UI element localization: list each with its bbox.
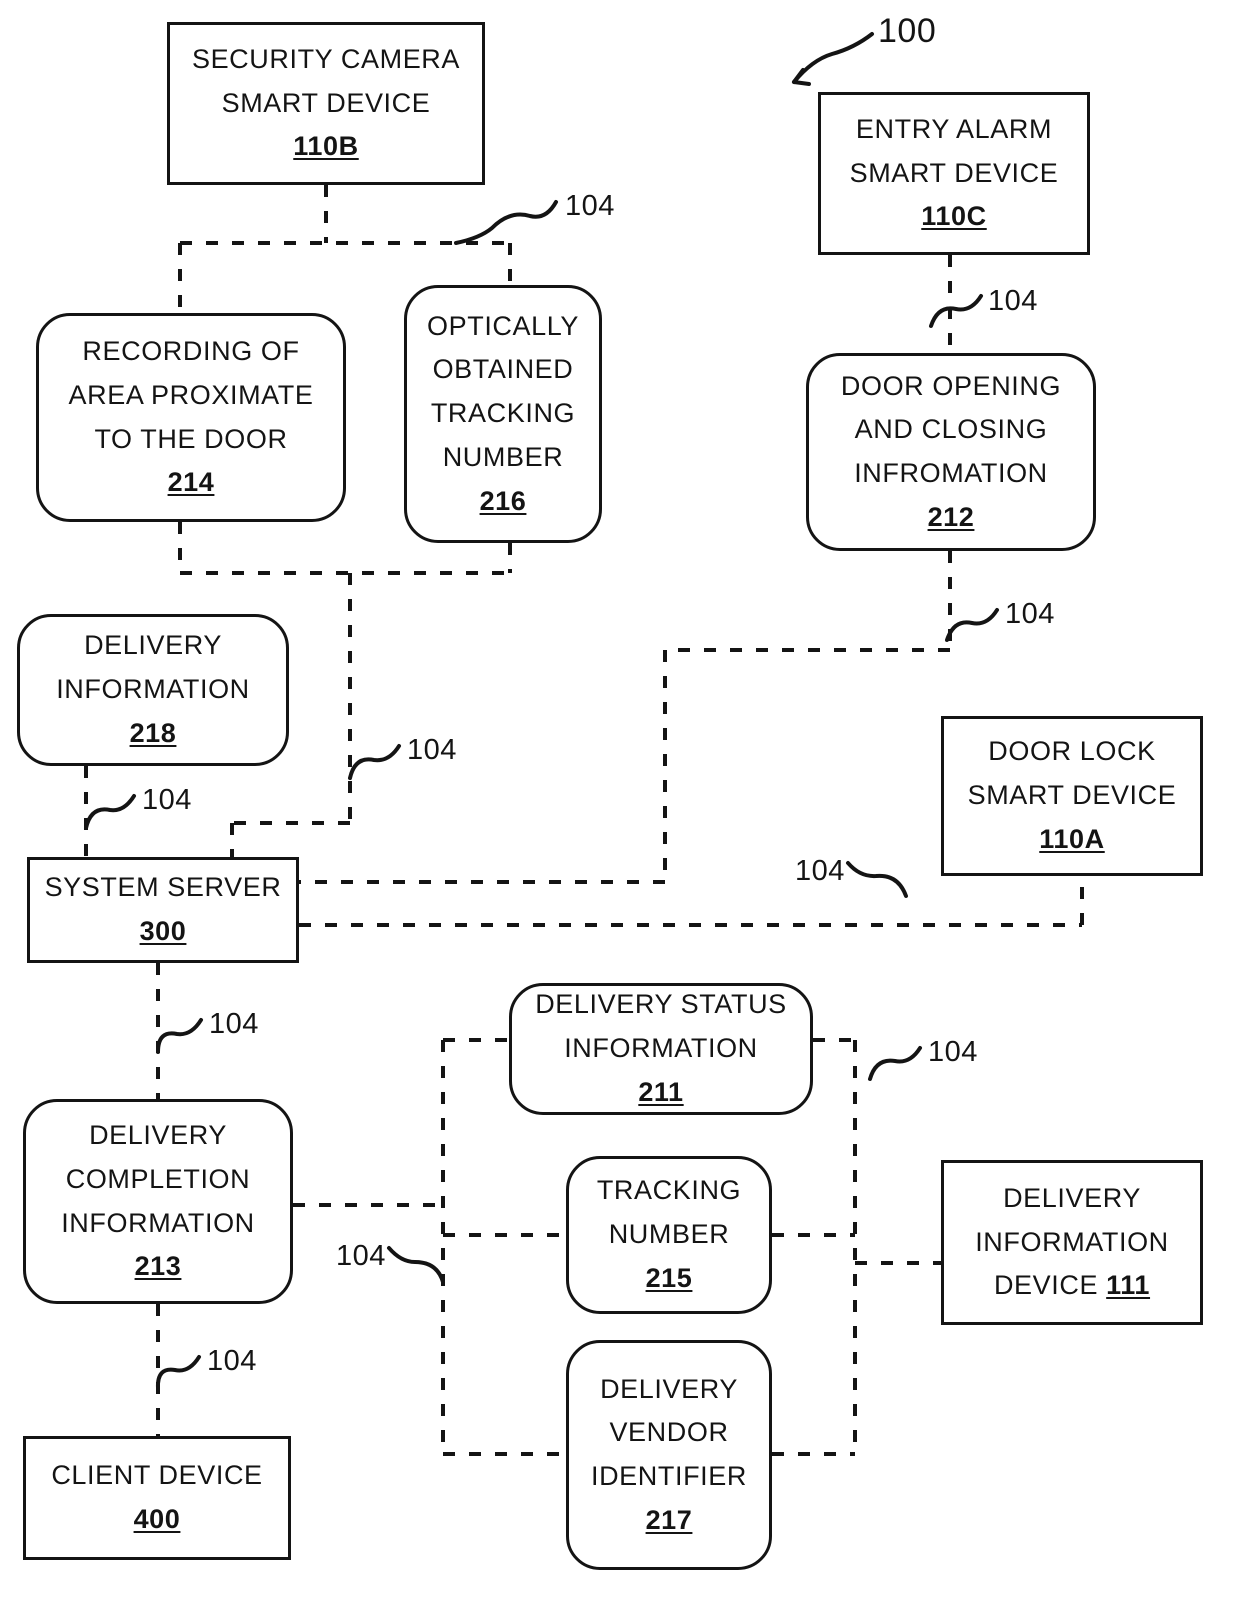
link-reference-label-status-rightbus: 104 bbox=[928, 1036, 978, 1068]
node-line: COMPLETION bbox=[65, 1163, 251, 1194]
node-reference-number: 400 bbox=[133, 1504, 181, 1534]
leader-server-lock bbox=[846, 861, 908, 898]
leader-deliveryinfo-server bbox=[84, 794, 136, 830]
link-reference-label-camera-bus: 104 bbox=[565, 190, 615, 222]
node-line-with-ref: DEVICE 111 bbox=[994, 1264, 1150, 1308]
node-line: SMART DEVICE bbox=[849, 157, 1059, 188]
node-line: DOOR LOCK bbox=[988, 736, 1156, 767]
figure-reference-label: 100 bbox=[878, 12, 937, 50]
node-line: NUMBER bbox=[608, 1219, 730, 1250]
node-line: DOOR OPENING bbox=[840, 370, 1062, 401]
node-reference-number: 214 bbox=[167, 467, 215, 498]
node-line: SECURITY CAMERA bbox=[191, 43, 461, 74]
node-line: TRACKING bbox=[430, 398, 576, 429]
node-line: DELIVERY bbox=[89, 1120, 227, 1151]
leader-door-server bbox=[945, 608, 999, 642]
node-reference-number: 217 bbox=[645, 1504, 693, 1535]
node-tracking-number[interactable]: TRACKING NUMBER 215 bbox=[566, 1156, 772, 1314]
node-reference-number: 213 bbox=[134, 1251, 182, 1282]
leader-server-completion bbox=[156, 1018, 203, 1054]
link-reference-label-deliveryinfo-server: 104 bbox=[142, 784, 192, 816]
node-line-text: DEVICE bbox=[993, 1270, 1099, 1301]
link-reference-label-server-completion: 104 bbox=[209, 1008, 259, 1040]
link-reference-label-completion-client: 104 bbox=[207, 1345, 257, 1377]
node-line: SYSTEM SERVER bbox=[44, 872, 282, 903]
node-client-device[interactable]: CLIENT DEVICE 400 bbox=[23, 1436, 291, 1560]
leader-figure-100 bbox=[792, 32, 874, 84]
node-delivery-completion-information[interactable]: DELIVERY COMPLETION INFORMATION 213 bbox=[23, 1099, 293, 1304]
link-reference-label-server-lock: 104 bbox=[795, 855, 845, 887]
node-line: NUMBER bbox=[442, 441, 564, 472]
node-line: VENDOR bbox=[609, 1417, 729, 1448]
node-entry-alarm-smart-device[interactable]: ENTRY ALARM SMART DEVICE 110C bbox=[818, 92, 1090, 255]
node-reference-number: 110C bbox=[921, 201, 987, 232]
node-line: INFORMATION bbox=[564, 1033, 758, 1064]
node-line: SMART DEVICE bbox=[221, 87, 431, 118]
node-line: AREA PROXIMATE bbox=[68, 379, 314, 410]
leader-completion-leftbus bbox=[387, 1246, 445, 1284]
node-reference-number: 300 bbox=[139, 916, 187, 946]
node-security-camera-smart-device[interactable]: SECURITY CAMERA SMART DEVICE 110B bbox=[167, 22, 485, 185]
node-reference-number: 218 bbox=[129, 717, 177, 748]
node-reference-number: 110B bbox=[293, 131, 359, 162]
node-reference-number: 215 bbox=[645, 1262, 693, 1293]
link-reference-label-door-server: 104 bbox=[1005, 598, 1055, 630]
link-reference-label-alarm-door: 104 bbox=[988, 285, 1038, 317]
node-line: DELIVERY bbox=[84, 630, 222, 661]
node-line: INFORMATION bbox=[56, 674, 250, 705]
node-line: TRACKING bbox=[596, 1175, 742, 1206]
node-line: CLIENT DEVICE bbox=[51, 1460, 263, 1491]
node-system-server[interactable]: SYSTEM SERVER 300 bbox=[27, 857, 299, 963]
node-line: DELIVERY STATUS bbox=[535, 989, 787, 1020]
node-line: RECORDING OF bbox=[82, 336, 300, 367]
node-line: IDENTIFIER bbox=[590, 1461, 747, 1491]
node-door-opening-and-closing-information[interactable]: DOOR OPENING AND CLOSING INFROMATION 212 bbox=[806, 353, 1096, 551]
node-delivery-information[interactable]: DELIVERY INFORMATION 218 bbox=[17, 614, 289, 766]
node-reference-number: 211 bbox=[638, 1076, 684, 1107]
node-line: INFORMATION bbox=[61, 1207, 255, 1238]
node-reference-number: 111 bbox=[1106, 1270, 1151, 1301]
leader-tracking-bus bbox=[348, 744, 401, 780]
patent-figure-system-diagram: 100 SECURITY CAMERA SMART DEVICE 110B EN… bbox=[0, 0, 1240, 1597]
node-line: DELIVERY bbox=[1003, 1182, 1141, 1213]
link-reference-label-tracking-bus-server: 104 bbox=[407, 734, 457, 766]
node-door-lock-smart-device[interactable]: DOOR LOCK SMART DEVICE 110A bbox=[941, 716, 1203, 876]
node-line: TO THE DOOR bbox=[94, 423, 288, 454]
link-reference-label-completion-leftbus: 104 bbox=[336, 1240, 386, 1272]
node-line: SMART DEVICE bbox=[967, 780, 1177, 811]
leader-status-rightbus bbox=[868, 1046, 922, 1081]
leader-alarm-door bbox=[929, 294, 983, 328]
node-line: OPTICALLY bbox=[427, 310, 579, 341]
node-line: ENTRY ALARM bbox=[855, 113, 1053, 144]
node-reference-number: 212 bbox=[927, 501, 975, 532]
node-delivery-status-information[interactable]: DELIVERY STATUS INFORMATION 211 bbox=[509, 983, 813, 1115]
leader-completion-client bbox=[155, 1355, 201, 1390]
arrowhead-figure-100 bbox=[792, 68, 811, 86]
node-line: INFROMATION bbox=[854, 458, 1048, 488]
node-delivery-vendor-identifier[interactable]: DELIVERY VENDOR IDENTIFIER 217 bbox=[566, 1340, 772, 1570]
node-delivery-information-device[interactable]: DELIVERY INFORMATION DEVICE 111 bbox=[941, 1160, 1203, 1325]
node-recording-of-area-proximate-to-the-door[interactable]: RECORDING OF AREA PROXIMATE TO THE DOOR … bbox=[36, 313, 346, 522]
node-line: OBTAINED bbox=[432, 354, 574, 385]
node-line: INFORMATION bbox=[975, 1226, 1169, 1257]
node-reference-number: 216 bbox=[479, 485, 527, 516]
node-line: AND CLOSING bbox=[854, 414, 1048, 445]
node-line: DELIVERY bbox=[600, 1373, 738, 1404]
node-reference-number: 110A bbox=[1039, 823, 1105, 854]
node-optically-obtained-tracking-number[interactable]: OPTICALLY OBTAINED TRACKING NUMBER 216 bbox=[404, 285, 602, 543]
leader-camera-bus bbox=[454, 200, 558, 245]
